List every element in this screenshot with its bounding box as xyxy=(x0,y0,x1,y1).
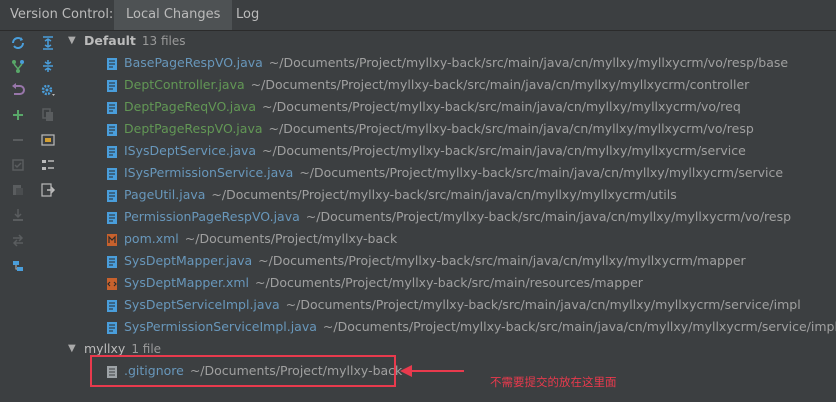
java-file-icon xyxy=(106,122,118,136)
file-name: pom.xml xyxy=(124,231,179,246)
file-row[interactable]: SysDeptMapper.xml ~/Documents/Project/myl… xyxy=(106,272,643,294)
file-name: SysDeptMapper.java xyxy=(124,253,253,268)
file-name: PermissionPageRespVO.java xyxy=(124,209,300,224)
file-path: ~/Documents/Project/myllxy-back/src/main… xyxy=(258,253,746,268)
file-path: ~/Documents/Project/myllxy-back/src/main… xyxy=(250,77,750,92)
file-row[interactable]: SysPermissionServiceImpl.java ~/Documents… xyxy=(106,316,836,338)
java-file-icon xyxy=(106,320,118,334)
rollback-icon[interactable] xyxy=(8,82,28,102)
group-by-icon[interactable] xyxy=(38,157,58,177)
refresh-icon[interactable] xyxy=(8,35,28,55)
collapse-arrow-icon[interactable]: ▼ xyxy=(68,338,78,360)
changelist-count: 13 files xyxy=(141,34,186,48)
file-row[interactable]: BasePageRespVO.java ~/Documents/Project/m… xyxy=(106,52,788,74)
java-file-icon xyxy=(106,210,118,224)
xml-file-icon xyxy=(106,276,118,290)
changelist-count: 1 file xyxy=(131,342,162,356)
changelist-name: myllxy xyxy=(84,341,126,356)
file-row[interactable]: SysDeptServiceImpl.java ~/Documents/Proje… xyxy=(106,294,801,316)
file-row[interactable]: PermissionPageRespVO.java ~/Documents/Pro… xyxy=(106,206,791,228)
file-row[interactable]: DeptPageReqVO.java ~/Documents/Project/my… xyxy=(106,96,741,118)
file-path: ~/Documents/Project/myllxy-back/src/main… xyxy=(299,165,784,180)
file-row[interactable]: PageUtil.java ~/Documents/Project/myllxy-… xyxy=(106,184,677,206)
collapse-arrow-icon[interactable]: ▼ xyxy=(68,30,78,52)
settings-icon[interactable] xyxy=(38,82,58,102)
file-row[interactable]: DeptController.java ~/Documents/Project/m… xyxy=(106,74,749,96)
file-row[interactable]: pom.xml ~/Documents/Project/myllxy-back xyxy=(106,228,397,250)
changes-tree: ▼ Default 13 files BasePageRespVO.java ~/D… xyxy=(64,31,836,402)
file-path: ~/Documents/Project/myllxy-back xyxy=(184,231,398,246)
file-name: ISysDeptService.java xyxy=(124,143,257,158)
tab-local-changes[interactable]: Local Changes xyxy=(114,0,233,30)
tab-log[interactable]: Log xyxy=(224,0,271,30)
move-icon[interactable] xyxy=(8,232,28,252)
file-path: ~/Documents/Project/myllxy-back/src/main… xyxy=(211,187,677,202)
file-path: ~/Documents/Project/myllxy-back/src/main… xyxy=(262,99,741,114)
vcs-branch-icon[interactable] xyxy=(8,58,28,78)
vcs-toolbar xyxy=(0,31,65,402)
file-path: ~/Documents/Project/myllxy-back/src/main… xyxy=(268,55,789,70)
file-name: PageUtil.java xyxy=(124,187,206,202)
preview-icon[interactable] xyxy=(38,132,58,152)
annotation-arrow-icon xyxy=(400,365,464,377)
maven-file-icon xyxy=(106,232,118,246)
file-name: BasePageRespVO.java xyxy=(124,55,263,70)
file-name: SysPermissionServiceImpl.java xyxy=(124,319,317,334)
changelist-default[interactable]: ▼ Default 13 files xyxy=(68,30,186,52)
java-file-icon xyxy=(106,254,118,268)
java-file-icon xyxy=(106,188,118,202)
file-row[interactable]: SysDeptMapper.java ~/Documents/Project/my… xyxy=(106,250,746,272)
file-name: SysDeptServiceImpl.java xyxy=(124,297,280,312)
file-name: DeptController.java xyxy=(124,77,245,92)
unshelve-icon[interactable] xyxy=(8,207,28,227)
file-path: ~/Documents/Project/myllxy-back/src/main… xyxy=(285,297,801,312)
java-file-icon xyxy=(106,56,118,70)
file-row[interactable]: ISysPermissionService.java ~/Documents/Pr… xyxy=(106,162,783,184)
panel-title: Version Control: xyxy=(10,7,114,22)
shelve-icon[interactable] xyxy=(8,182,28,202)
file-row[interactable]: ISysDeptService.java ~/Documents/Project/… xyxy=(106,140,746,162)
file-name: DeptPageReqVO.java xyxy=(124,99,256,114)
file-path: ~/Documents/Project/myllxy-back/src/main… xyxy=(305,209,792,224)
connect-icon[interactable] xyxy=(8,258,28,278)
file-name: DeptPageRespVO.java xyxy=(124,121,263,136)
highlight-box xyxy=(90,355,396,387)
java-file-icon xyxy=(106,78,118,92)
remove-icon[interactable] xyxy=(8,132,28,152)
expand-all-icon[interactable] xyxy=(38,35,58,55)
file-path: ~/Documents/Project/myllxy-back/src/main… xyxy=(322,319,836,334)
java-file-icon xyxy=(106,100,118,114)
file-path: ~/Documents/Project/myllxy-back/src/main… xyxy=(255,275,643,290)
changelist-name: Default xyxy=(84,33,136,48)
java-file-icon xyxy=(106,298,118,312)
add-icon[interactable] xyxy=(8,107,28,127)
file-path: ~/Documents/Project/myllxy-back/src/main… xyxy=(268,121,754,136)
version-control-header: Version Control: Local Changes Log xyxy=(0,0,836,31)
annotation-note: 不需要提交的放在这里面 xyxy=(490,375,617,389)
file-name: ISysPermissionService.java xyxy=(124,165,294,180)
collapse-all-icon[interactable] xyxy=(38,58,58,78)
file-name: SysDeptMapper.xml xyxy=(124,275,250,290)
export-icon[interactable] xyxy=(38,182,58,202)
java-file-icon xyxy=(106,144,118,158)
java-file-icon xyxy=(106,166,118,180)
file-row[interactable]: DeptPageRespVO.java ~/Documents/Project/m… xyxy=(106,118,754,140)
checkbox-icon[interactable] xyxy=(8,157,28,177)
file-path: ~/Documents/Project/myllxy-back/src/main… xyxy=(262,143,746,158)
copy-icon[interactable] xyxy=(38,107,58,127)
